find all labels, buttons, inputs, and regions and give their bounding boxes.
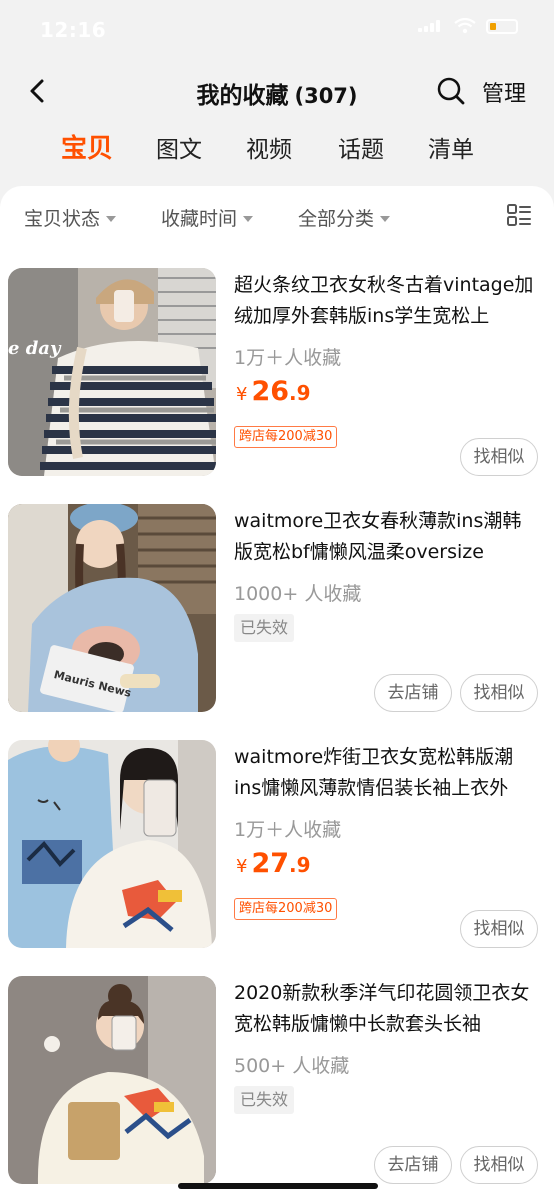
caret-down-icon bbox=[106, 215, 117, 222]
collect-count: 1000+ 人收藏 bbox=[234, 583, 362, 605]
filter-item-status[interactable]: 宝贝状态 bbox=[24, 204, 117, 231]
page-title-text: 我的收藏 bbox=[196, 83, 289, 109]
filter-item-status-label: 宝贝状态 bbox=[24, 208, 101, 230]
price-integer: 26 bbox=[251, 376, 290, 407]
favorites-content: 宝贝状态 收藏时间 全部分类 e day 超火条纹卫衣女秋冬古着vintage加… bbox=[0, 186, 554, 1200]
tab-posts[interactable]: 图文 bbox=[156, 130, 202, 164]
find-similar-button[interactable]: 找相似 bbox=[460, 1146, 538, 1184]
photo-overlay-text: e day bbox=[8, 338, 62, 359]
list-item[interactable]: Mauris News waitmore卫衣女春秋薄款ins潮韩版宽松bf慵懒风… bbox=[0, 504, 554, 714]
promo-badge: 跨店每200减30 bbox=[234, 426, 338, 448]
price-currency: ¥ bbox=[236, 384, 248, 405]
find-similar-button[interactable]: 找相似 bbox=[460, 910, 538, 948]
search-icon bbox=[437, 77, 465, 105]
collect-count: 1万＋人收藏 bbox=[234, 347, 342, 369]
go-to-store-button[interactable]: 去店铺 bbox=[374, 674, 452, 712]
collect-count: 500+ 人收藏 bbox=[234, 1055, 350, 1077]
promo-badge: 跨店每200减30 bbox=[234, 898, 338, 920]
cellular-signal-icon bbox=[418, 20, 444, 32]
product-image[interactable] bbox=[8, 740, 216, 948]
product-image[interactable] bbox=[8, 976, 216, 1184]
expired-badge: 已失效 bbox=[234, 1086, 295, 1114]
product-price: ¥26.9 bbox=[236, 376, 311, 407]
product-photo-printed-sweatshirt bbox=[8, 976, 216, 1184]
page-title: 我的收藏 (307) bbox=[0, 76, 554, 110]
tab-topics[interactable]: 话题 bbox=[338, 130, 384, 164]
product-image[interactable]: e day bbox=[8, 268, 216, 476]
navigation-bar: 我的收藏 (307) 管理 bbox=[0, 60, 554, 122]
expired-badge: 已失效 bbox=[234, 614, 295, 642]
product-photo-blue-hoodie: Mauris News bbox=[8, 504, 216, 712]
product-image[interactable]: Mauris News bbox=[8, 504, 216, 712]
category-tabs: 宝贝 图文 视频 话题 清单 bbox=[0, 130, 554, 180]
tab-lists[interactable]: 清单 bbox=[428, 130, 474, 164]
wifi-icon bbox=[454, 18, 476, 34]
filter-collect-time[interactable]: 收藏时间 bbox=[161, 204, 254, 231]
price-decimal: .9 bbox=[289, 853, 311, 877]
filter-bar: 宝贝状态 收藏时间 全部分类 bbox=[0, 186, 554, 246]
price-currency: ¥ bbox=[236, 856, 248, 877]
status-icons bbox=[418, 18, 518, 34]
product-photo-couple-sweatshirts bbox=[8, 740, 216, 948]
product-title[interactable]: waitmore炸街卫衣女宽松韩版潮ins慵懒风薄款情侣装长袖上衣外 bbox=[234, 742, 538, 804]
find-similar-button[interactable]: 找相似 bbox=[460, 674, 538, 712]
list-view-toggle-icon[interactable] bbox=[506, 202, 532, 228]
filter-category[interactable]: 全部分类 bbox=[298, 204, 391, 231]
price-integer: 27 bbox=[251, 848, 290, 879]
product-price: ¥27.9 bbox=[236, 848, 311, 879]
price-decimal: .9 bbox=[289, 381, 311, 405]
find-similar-button[interactable]: 找相似 bbox=[460, 438, 538, 476]
battery-icon bbox=[486, 18, 518, 34]
status-time: 12:16 bbox=[40, 18, 107, 42]
list-item[interactable]: waitmore炸街卫衣女宽松韩版潮ins慵懒风薄款情侣装长袖上衣外 1万＋人收… bbox=[0, 740, 554, 950]
product-title[interactable]: waitmore卫衣女春秋薄款ins潮韩版宽松bf慵懒风温柔oversize bbox=[234, 506, 538, 568]
tab-items[interactable]: 宝贝 bbox=[61, 128, 113, 165]
product-title[interactable]: 超火条纹卫衣女秋冬古着vintage加绒加厚外套韩版ins学生宽松上 bbox=[234, 270, 538, 332]
list-item[interactable]: 2020新款秋季洋气印花圆领卫衣女宽松韩版慵懒中长款套头长袖 500+ 人收藏 … bbox=[0, 976, 554, 1186]
status-bar: 12:16 bbox=[0, 0, 554, 60]
favorites-count: (307) bbox=[294, 84, 358, 108]
home-indicator[interactable] bbox=[178, 1183, 378, 1189]
caret-down-icon bbox=[243, 215, 254, 222]
product-title[interactable]: 2020新款秋季洋气印花圆领卫衣女宽松韩版慵懒中长款套头长袖 bbox=[234, 978, 538, 1040]
list-item[interactable]: e day 超火条纹卫衣女秋冬古着vintage加绒加厚外套韩版ins学生宽松上… bbox=[0, 268, 554, 478]
product-photo-striped-sweatshirt: e day bbox=[8, 268, 216, 476]
filter-category-label: 全部分类 bbox=[298, 208, 375, 230]
tab-videos[interactable]: 视频 bbox=[246, 130, 292, 164]
caret-down-icon bbox=[380, 215, 391, 222]
manage-button[interactable]: 管理 bbox=[482, 76, 526, 108]
search-button[interactable] bbox=[434, 74, 468, 108]
filter-collect-time-label: 收藏时间 bbox=[161, 208, 238, 230]
go-to-store-button[interactable]: 去店铺 bbox=[374, 1146, 452, 1184]
collect-count: 1万＋人收藏 bbox=[234, 819, 342, 841]
